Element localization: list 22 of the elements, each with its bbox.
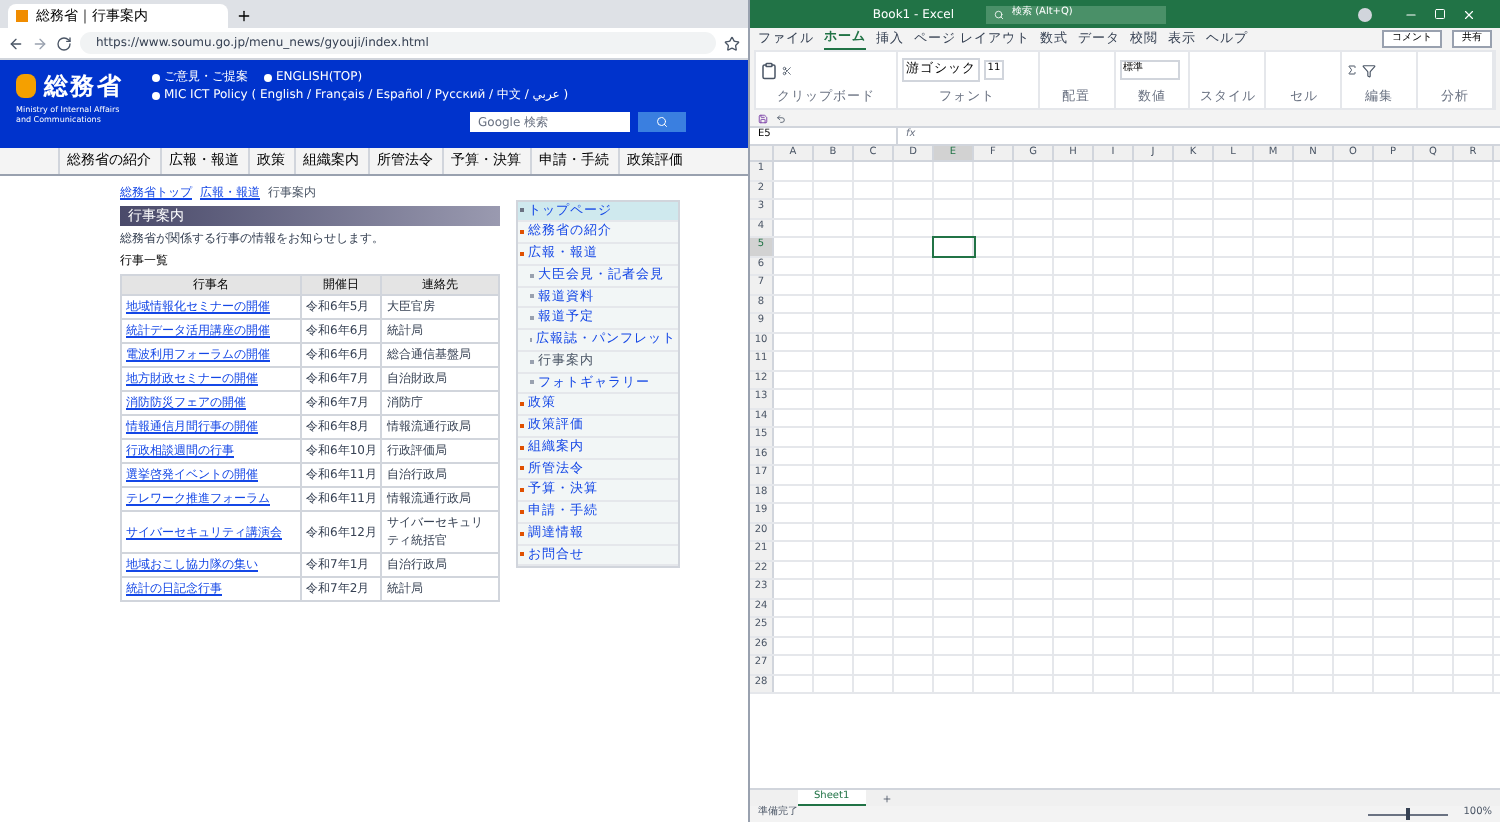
search-icon xyxy=(656,116,668,128)
maximize-icon[interactable] xyxy=(1434,8,1446,20)
logo-mark-icon xyxy=(16,74,36,98)
favicon-icon xyxy=(16,10,28,22)
back-icon[interactable] xyxy=(8,35,24,51)
bookmark-icon[interactable] xyxy=(724,35,740,51)
zoom-slider-thumb[interactable] xyxy=(1405,808,1410,820)
filter-icon[interactable] xyxy=(1362,63,1377,78)
undo-icon[interactable] xyxy=(776,113,786,123)
logo-text: 総務省 xyxy=(44,70,124,104)
account-avatar[interactable] xyxy=(1358,7,1372,21)
paste-icon[interactable] xyxy=(760,61,778,80)
selected-cell[interactable] xyxy=(934,238,974,255)
save-icon[interactable] xyxy=(758,113,768,123)
new-tab-icon[interactable] xyxy=(236,8,252,24)
reload-icon[interactable] xyxy=(56,35,72,51)
close-icon[interactable] xyxy=(1462,7,1476,21)
add-sheet-icon[interactable] xyxy=(881,793,892,803)
search-icon xyxy=(994,9,1004,19)
search-button[interactable] xyxy=(638,112,686,132)
autosum-icon[interactable] xyxy=(1346,64,1359,77)
cut-icon[interactable] xyxy=(782,65,792,76)
